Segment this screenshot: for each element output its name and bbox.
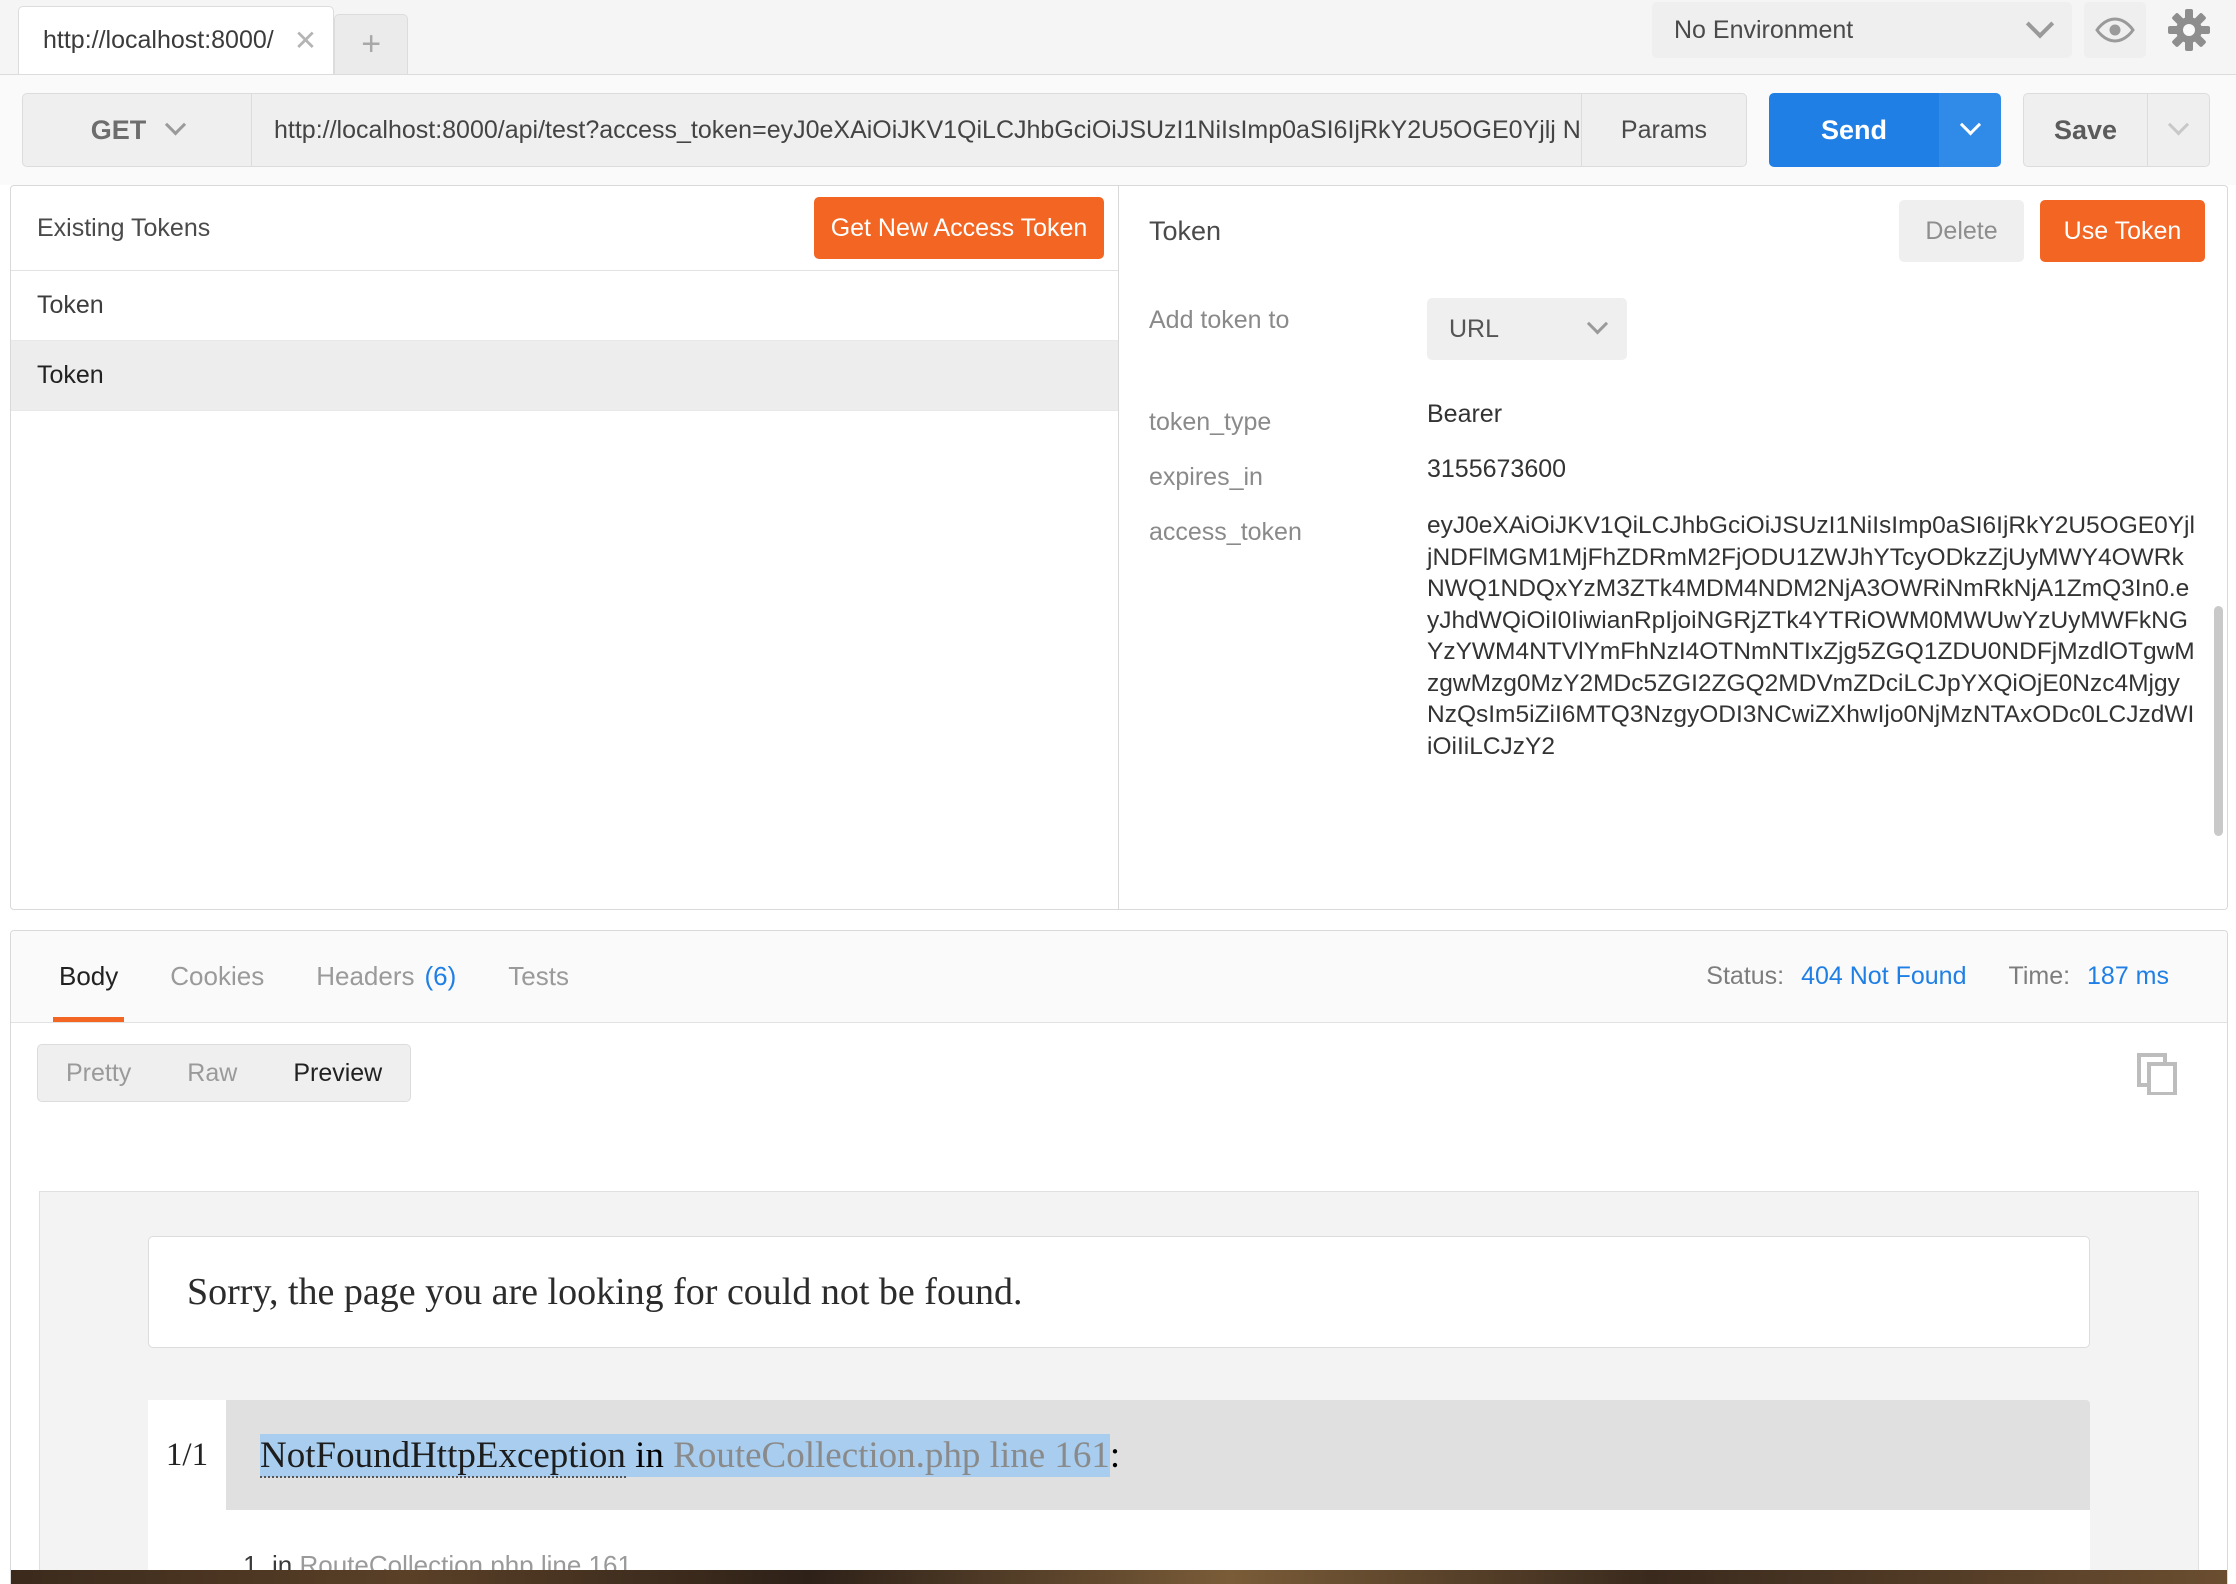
access-token-value: eyJ0eXAiOiJKV1QiLCJhbGciOiJSUzI1NiIsImp0… (1427, 512, 2195, 760)
access-token-label: access_token (1149, 518, 1302, 546)
token-detail-header: Token Delete Use Token (1119, 186, 2227, 276)
gear-icon[interactable] (2158, 2, 2220, 58)
new-tab-button[interactable]: + (334, 14, 409, 74)
add-token-to-label: Add token to (1149, 306, 1290, 334)
exception-title-highlight: NotFoundHttpException in RouteCollection… (260, 1433, 1110, 1478)
window-bottom-edge (11, 1570, 2227, 1584)
tab-body-label: Body (59, 961, 119, 991)
response-tab-bar: Body Cookies Headers (6) Tests Status: 4… (11, 931, 2227, 1023)
tab-tests[interactable]: Tests (482, 931, 595, 1022)
headers-count-badge: (6) (424, 961, 457, 991)
postman-window: http://localhost:8000/ ✕ + No Environmen… (0, 0, 2236, 1584)
tab-cookies-label: Cookies (170, 961, 265, 991)
token-list-item[interactable]: Token (11, 271, 1118, 341)
method-select[interactable]: GET (22, 93, 252, 167)
panel-bottom-mask (1119, 901, 2227, 909)
tab-headers-label: Headers (316, 961, 415, 991)
send-options-button[interactable] (1939, 93, 2001, 167)
exception-location: RouteCollection.php line 161 (673, 1434, 1110, 1476)
oauth-token-manager: Existing Tokens Get New Access Token Tok… (10, 185, 2228, 910)
status-label: Status: (1706, 961, 1785, 990)
error-message-box: Sorry, the page you are looking for coul… (148, 1236, 2090, 1348)
tab-body[interactable]: Body (33, 931, 144, 1022)
save-group: Save (2023, 93, 2210, 167)
chevron-down-icon (1586, 312, 1609, 334)
exception-title: NotFoundHttpException in RouteCollection… (226, 1400, 1120, 1510)
existing-tokens-header: Existing Tokens Get New Access Token (11, 186, 1118, 271)
token-type-label: token_type (1149, 408, 1272, 436)
access-token-row: access_token eyJ0eXAiOiJKV1QiLCJhbGciOiJ… (1119, 510, 2227, 762)
request-tab-label: http://localhost:8000/ (43, 26, 274, 54)
request-url-bar: GET http://localhost:8000/api/test?acces… (0, 75, 2236, 185)
time-label: Time: (2008, 961, 2071, 990)
expires-in-value: 3155673600 (1427, 455, 1567, 483)
save-options-button[interactable] (2148, 93, 2210, 167)
environment-select-label: No Environment (1674, 15, 1854, 44)
token-detail-title: Token (1149, 215, 1222, 246)
exception-counter: 1/1 (148, 1400, 226, 1510)
send-group: Send (1769, 93, 2001, 167)
exception-box: 1/1 NotFoundHttpException in RouteCollec… (148, 1400, 2090, 1584)
format-raw-button[interactable]: Raw (159, 1045, 265, 1101)
exception-in-word: in (625, 1434, 674, 1476)
format-pretty-button[interactable]: Pretty (38, 1045, 159, 1101)
tab-cookies[interactable]: Cookies (144, 931, 290, 1022)
use-token-button[interactable]: Use Token (2040, 200, 2205, 262)
method-select-label: GET (90, 114, 147, 145)
chevron-down-icon (2025, 10, 2055, 39)
response-panel: Body Cookies Headers (6) Tests Status: 4… (10, 930, 2228, 1584)
exception-name[interactable]: NotFoundHttpException (260, 1434, 626, 1478)
save-button[interactable]: Save (2023, 93, 2148, 167)
existing-tokens-title: Existing Tokens (37, 213, 211, 242)
send-button[interactable]: Send (1769, 93, 1939, 167)
tab-headers[interactable]: Headers (6) (290, 931, 482, 1022)
request-tab[interactable]: http://localhost:8000/ ✕ (18, 6, 335, 74)
add-token-to-value: URL (1449, 314, 1500, 343)
chevron-down-icon (2167, 113, 2190, 135)
response-meta: Status: 404 Not Found Time: 187 ms (1706, 931, 2169, 1021)
token-detail-panel: Token Delete Use Token Add token to URL … (1119, 186, 2227, 909)
environment-area: No Environment (1652, 2, 2220, 58)
exception-colon: : (1109, 1434, 1121, 1476)
url-input[interactable]: http://localhost:8000/api/test?access_to… (252, 93, 1582, 167)
params-button[interactable]: Params (1582, 93, 1747, 167)
chevron-down-icon (165, 113, 187, 135)
exception-header: 1/1 NotFoundHttpException in RouteCollec… (148, 1400, 2090, 1510)
add-token-to-select[interactable]: URL (1427, 298, 1627, 360)
format-toggle-group: Pretty Raw Preview (37, 1044, 412, 1102)
add-token-to-row: Add token to URL (1119, 298, 2227, 360)
token-detail-scrollbar[interactable] (2214, 606, 2223, 836)
laravel-error-page: Sorry, the page you are looking for coul… (40, 1192, 2198, 1584)
copy-icon[interactable] (2135, 1051, 2179, 1095)
status-badge: Status: 404 Not Found (1706, 962, 1966, 991)
delete-button[interactable]: Delete (1899, 200, 2024, 262)
existing-tokens-panel: Existing Tokens Get New Access Token Tok… (11, 186, 1119, 909)
time-badge: Time: 187 ms (2008, 962, 2169, 991)
environment-select[interactable]: No Environment (1652, 2, 2072, 58)
token-type-value: Bearer (1427, 400, 1503, 428)
expires-in-label: expires_in (1149, 463, 1263, 491)
response-format-bar: Pretty Raw Preview (11, 1023, 2227, 1123)
time-value: 187 ms (2087, 961, 2169, 990)
close-icon[interactable]: ✕ (294, 26, 317, 55)
response-preview-pane: Sorry, the page you are looking for coul… (39, 1191, 2199, 1584)
token-type-row: token_type Bearer (1119, 400, 2227, 437)
eye-icon[interactable] (2084, 2, 2146, 58)
token-list-item[interactable]: Token (11, 341, 1118, 411)
status-value: 404 Not Found (1801, 961, 1967, 990)
expires-in-row: expires_in 3155673600 (1119, 455, 2227, 492)
tab-tests-label: Tests (508, 961, 569, 991)
chevron-down-icon (1959, 113, 1981, 135)
format-preview-button[interactable]: Preview (265, 1045, 410, 1101)
get-new-access-token-button[interactable]: Get New Access Token (814, 197, 1104, 259)
tab-strip: http://localhost:8000/ ✕ + No Environmen… (0, 0, 2236, 75)
